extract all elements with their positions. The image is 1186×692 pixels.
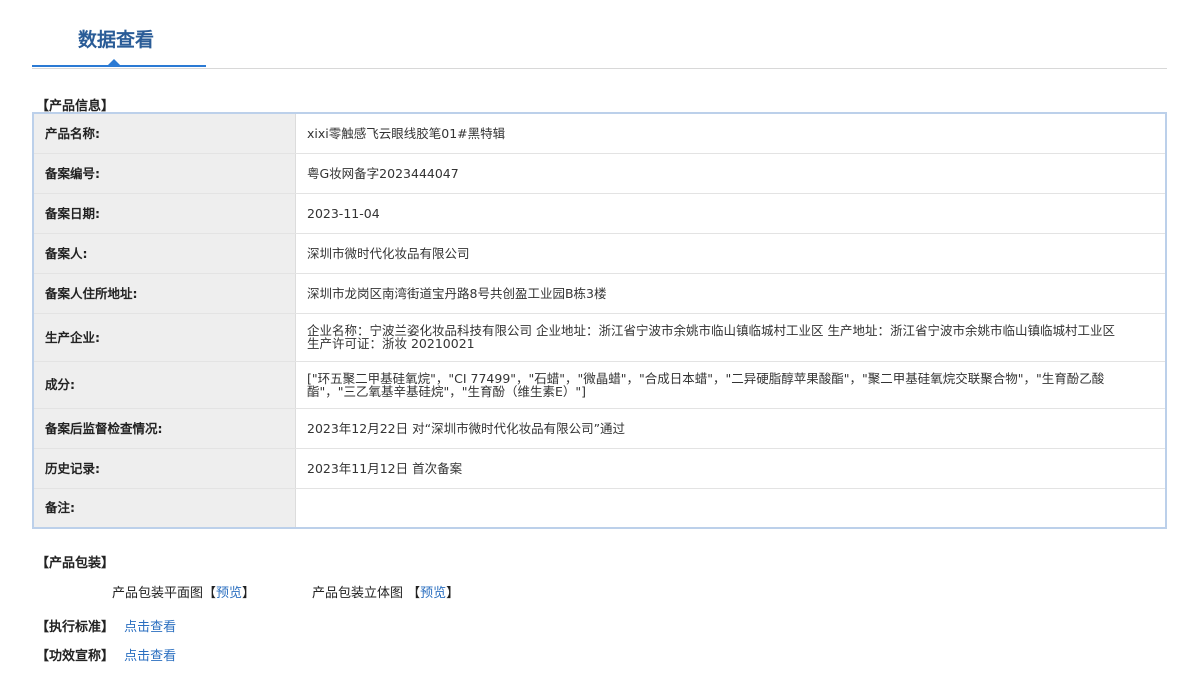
row-label: 备案日期: (33, 193, 296, 234)
standard-label: 【执行标准】 (36, 620, 115, 635)
row-label: 备案后监督检查情况: (33, 408, 296, 449)
active-tab-caret-icon (108, 59, 120, 65)
row-value: 2023年11月12日 首次备案 (295, 448, 1166, 489)
row-value: 2023年12月22日 对“深圳市微时代化妆品有限公司”通过 (295, 408, 1166, 449)
package-flat-label: 产品包装平面图【 (112, 586, 217, 601)
table-row: 备案日期: 2023-11-04 (33, 193, 1166, 234)
table-row: 历史记录: 2023年11月12日 首次备案 (33, 448, 1166, 489)
row-value (295, 488, 1166, 529)
package-flat-preview-link[interactable]: 预览 (216, 586, 242, 601)
row-label: 产品名称: (33, 113, 296, 154)
row-value: 深圳市龙岗区南湾街道宝丹路8号共创盈工业园B栋3楼 (295, 273, 1166, 314)
tab-data-view[interactable]: 数据查看 (78, 25, 154, 52)
row-value: 2023-11-04 (295, 193, 1166, 234)
table-row: 备案人: 深圳市微时代化妆品有限公司 (33, 233, 1166, 274)
tab-bar: 数据查看 (32, 0, 1167, 69)
row-label: 生产企业: (33, 313, 296, 362)
bracket-close: 】 (446, 586, 460, 601)
row-label: 备案人住所地址: (33, 273, 296, 314)
table-row: 成分: ["环五聚二甲基硅氧烷"，"CI 77499"，"石蜡"，"微晶蜡"，"… (33, 361, 1166, 409)
bracket-close: 】 (242, 586, 256, 601)
table-row: 产品名称: xixi零触感飞云眼线胶笔01#黑特辑 (33, 113, 1166, 154)
table-row: 生产企业: 企业名称：宁波兰姿化妆品科技有限公司 企业地址：浙江省宁波市余姚市临… (33, 313, 1166, 362)
row-value: ["环五聚二甲基硅氧烷"，"CI 77499"，"石蜡"，"微晶蜡"，"合成日本… (295, 361, 1166, 409)
table-row: 备案编号: 粤G妆网备字2023444047 (33, 153, 1166, 194)
package-flat-preview: 产品包装平面图【预览】 (112, 582, 255, 601)
row-value: xixi零触感飞云眼线胶笔01#黑特辑 (295, 113, 1166, 154)
packaging-section-title: 【产品包装】 (36, 556, 115, 571)
package-3d-preview: 产品包装立体图 【预览】 (312, 582, 459, 601)
active-tab-underline (32, 65, 206, 67)
product-info-table: 产品名称: xixi零触感飞云眼线胶笔01#黑特辑 备案编号: 粤G妆网备字20… (32, 112, 1167, 529)
row-label: 历史记录: (33, 448, 296, 489)
row-value: 粤G妆网备字2023444047 (295, 153, 1166, 194)
row-label: 备注: (33, 488, 296, 529)
table-row: 备案人住所地址: 深圳市龙岗区南湾街道宝丹路8号共创盈工业园B栋3楼 (33, 273, 1166, 314)
row-value: 企业名称：宁波兰姿化妆品科技有限公司 企业地址：浙江省宁波市余姚市临山镇临城村工… (295, 313, 1166, 362)
efficacy-label: 【功效宣称】 (36, 649, 115, 664)
package-3d-preview-link[interactable]: 预览 (420, 586, 446, 601)
row-label: 备案人: (33, 233, 296, 274)
efficacy-row: 【功效宣称】 点击查看 (36, 645, 176, 664)
standard-view-link[interactable]: 点击查看 (124, 620, 176, 635)
row-value: 深圳市微时代化妆品有限公司 (295, 233, 1166, 274)
standard-row: 【执行标准】 点击查看 (36, 616, 176, 635)
table-row: 备注: (33, 488, 1166, 529)
row-label: 备案编号: (33, 153, 296, 194)
package-3d-label: 产品包装立体图 【 (312, 586, 421, 601)
efficacy-view-link[interactable]: 点击查看 (124, 649, 176, 664)
row-label: 成分: (33, 361, 296, 409)
table-row: 备案后监督检查情况: 2023年12月22日 对“深圳市微时代化妆品有限公司”通… (33, 408, 1166, 449)
